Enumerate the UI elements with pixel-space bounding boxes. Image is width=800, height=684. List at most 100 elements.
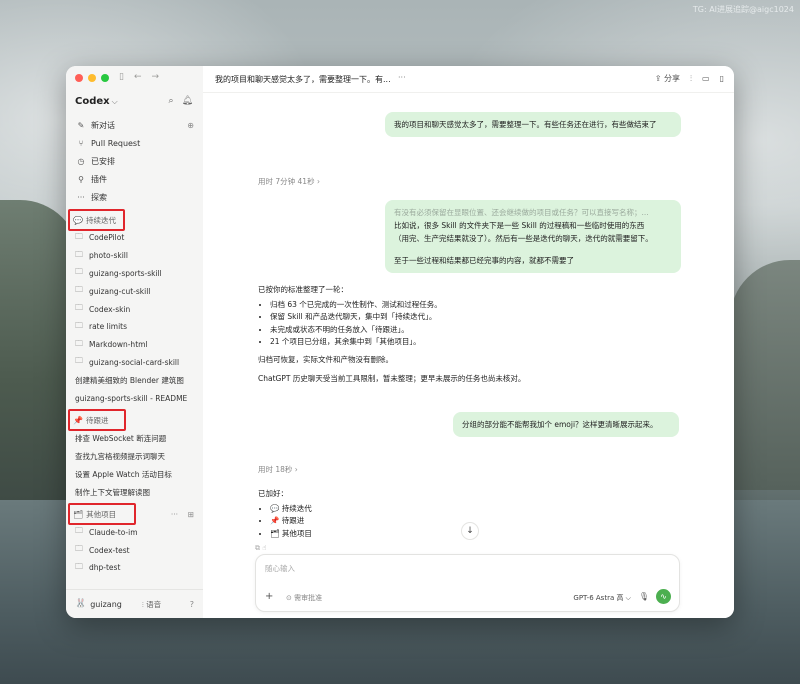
assistant-bullets: 💬 持续迭代 📌 待跟进 🗂 其他项目 bbox=[258, 503, 558, 541]
project-item[interactable]: 🗀 guizang-sports-skill bbox=[73, 265, 196, 283]
panel-toggle-icon[interactable]: ▯ bbox=[720, 74, 724, 83]
assistant-intro: 已按你的标准整理了一轮： bbox=[258, 285, 348, 294]
ellipsis-icon: ··· bbox=[77, 192, 85, 202]
close-window-button[interactable] bbox=[75, 74, 83, 82]
highlight-box bbox=[68, 503, 136, 526]
list-item: 🗂 其他项目 bbox=[270, 528, 558, 541]
folder-icon: 🗀 bbox=[75, 285, 83, 295]
thread-item[interactable]: 设置 Apple Watch 活动目标 bbox=[73, 465, 196, 483]
voice-button[interactable]: ⫶ 语音 bbox=[142, 599, 161, 610]
sidebar-item-explore[interactable]: ··· 探索 bbox=[73, 188, 196, 206]
project-item[interactable]: 🗀 CodePilot bbox=[73, 229, 196, 247]
clock-icon: ◷ bbox=[77, 156, 85, 166]
assistant-note: 归档可恢复，实际文件和产物没有删除。 bbox=[258, 354, 393, 364]
share-button[interactable]: ⇪ 分享 bbox=[655, 73, 680, 84]
copy-icon[interactable]: ⧉ bbox=[255, 544, 260, 552]
project-label: Codex-test bbox=[89, 545, 130, 555]
more-options-icon[interactable]: ··· bbox=[171, 510, 178, 519]
help-icon[interactable]: ? bbox=[190, 600, 194, 609]
thumbs-up-icon[interactable]: ☝︎ bbox=[262, 544, 266, 552]
project-item[interactable]: 🗀 rate limits bbox=[73, 318, 196, 336]
project-item[interactable]: 🗀 Claude-to-im bbox=[73, 523, 196, 541]
sidebar-item-label: 插件 bbox=[91, 174, 107, 184]
assistant-intro: 已加好： bbox=[258, 489, 288, 498]
list-item: 保留 Skill 和产品迭代聊天，集中到「持续迭代」。 bbox=[270, 311, 678, 324]
assistant-message: 已加好： 💬 持续迭代 📌 待跟进 🗂 其他项目 bbox=[258, 488, 558, 540]
avatar[interactable]: 🐰 bbox=[75, 599, 86, 609]
thread-item[interactable]: 查找九宫格视频提示词聊天 bbox=[73, 447, 196, 465]
scroll-to-bottom-button[interactable]: ↓ bbox=[461, 522, 479, 540]
project-item[interactable]: 🗀 guizang-social-card-skill bbox=[73, 354, 196, 372]
section-todo[interactable]: 📌 待跟进 bbox=[68, 409, 196, 432]
folder-icon: 🗀 bbox=[75, 561, 83, 571]
chevron-down-icon: ⌵ bbox=[111, 97, 118, 106]
send-button[interactable]: ∿ bbox=[656, 589, 671, 604]
watermark: TG: AI进展追踪@aigc1024 bbox=[692, 5, 794, 14]
app-switcher[interactable]: Codex ⌵ bbox=[75, 96, 118, 107]
thread-item[interactable]: 创建精美细致的 Blender 建筑图 bbox=[73, 371, 196, 389]
folder-icon: 🗀 bbox=[75, 303, 83, 313]
diff-icon[interactable]: ⫶ bbox=[690, 74, 692, 84]
model-selector[interactable]: GPT-6 Astra 高 ⌵ bbox=[573, 593, 631, 603]
project-item[interactable]: 🗀 Codex-skin bbox=[73, 300, 196, 318]
thread-item[interactable]: 排查 WebSocket 断连问题 bbox=[73, 429, 196, 447]
message-input[interactable]: 随心输入 bbox=[265, 563, 295, 574]
edit-icon: ✎ bbox=[77, 120, 85, 130]
main-panel: 我的项目和聊天感觉太多了，需要整理一下。有... ··· ⇪ 分享 ⫶ ▭ ▯ … bbox=[203, 66, 734, 618]
sidebar-toggle-icon[interactable]: ▯ bbox=[119, 72, 124, 82]
waveform-icon: ∿ bbox=[660, 592, 667, 601]
user-message: 我的项目和聊天感觉太多了，需要整理一下。有些任务还在进行，有些做结束了 bbox=[385, 112, 681, 137]
background-mountain-right bbox=[730, 260, 800, 490]
search-icon[interactable]: ⌕ bbox=[169, 96, 174, 106]
thread-item[interactable]: 制作上下文管理解读图 bbox=[73, 483, 196, 501]
elapsed-time-toggle[interactable]: 用时 7分钟 41秒 › bbox=[258, 176, 320, 187]
minimize-window-button[interactable] bbox=[88, 74, 96, 82]
project-item[interactable]: 🗀 photo-skill bbox=[73, 247, 196, 265]
project-item[interactable]: 🗀 guizang-cut-skill bbox=[73, 282, 196, 300]
thread-item[interactable]: guizang-sports-skill - README bbox=[73, 389, 196, 407]
assistant-note: ChatGPT 历史聊天受当前工具限制，暂未整理；更早未展示的任务也尚未核对。 bbox=[258, 374, 526, 383]
project-label: Markdown-html bbox=[89, 340, 148, 350]
more-options-icon[interactable]: ··· bbox=[398, 73, 406, 82]
app-window: ▯ ← → Codex ⌵ ⌕ 🔔︎ ✎ 新对话 ⊕ ⑂ Pull Request ◷ 已… bbox=[66, 66, 734, 618]
header-actions: ⇪ 分享 ⫶ ▭ ▯ bbox=[655, 73, 724, 84]
add-attachment-button[interactable]: + bbox=[265, 591, 273, 602]
voice-label: 语音 bbox=[146, 599, 162, 609]
sidebar-item-plugins[interactable]: ⚲ 插件 bbox=[73, 170, 196, 188]
project-item[interactable]: 🗀 dhp-test bbox=[73, 559, 196, 577]
sidebar-item-label: 探索 bbox=[91, 192, 107, 202]
section-ongoing[interactable]: 💬 持续迭代 bbox=[68, 209, 196, 231]
folder-icon: 🗀 bbox=[75, 231, 83, 241]
message-actions: ⧉ ☝︎ bbox=[255, 544, 267, 553]
user-message: 有没有必须保留在显眼位置、还会继续做的项目或任务？可以直接写名称；... 比如说… bbox=[385, 200, 681, 273]
elapsed-time-toggle[interactable]: 用时 18秒 › bbox=[258, 464, 298, 475]
sidebar-item-new-chat[interactable]: ✎ 新对话 ⊕ bbox=[73, 116, 196, 134]
forward-arrow-icon[interactable]: → bbox=[152, 72, 160, 82]
plugin-icon: ⚲ bbox=[78, 174, 84, 184]
microphone-icon[interactable]: 🎙 bbox=[639, 592, 649, 601]
message-line: （用完、生产完结果就没了）。然后有一些是迭代的聊天，迭代的就需要留下。 bbox=[394, 234, 653, 243]
project-label: dhp-test bbox=[89, 563, 121, 573]
bell-icon[interactable]: 🔔︎ bbox=[182, 96, 193, 106]
new-folder-icon[interactable]: ⊞ bbox=[188, 510, 194, 519]
sidebar: ▯ ← → Codex ⌵ ⌕ 🔔︎ ✎ 新对话 ⊕ ⑂ Pull Request ◷ 已… bbox=[66, 66, 204, 618]
project-item[interactable]: 🗀 Codex-test bbox=[73, 541, 196, 559]
app-name: Codex bbox=[75, 96, 110, 107]
chat-header: 我的项目和聊天感觉太多了，需要整理一下。有... ··· ⇪ 分享 ⫶ ▭ ▯ bbox=[203, 66, 734, 93]
new-chat-shortcut-icon[interactable]: ⊕ bbox=[187, 121, 194, 130]
project-label: guizang-cut-skill bbox=[89, 286, 151, 296]
sidebar-item-scheduled[interactable]: ◷ 已安排 bbox=[73, 152, 196, 170]
project-label: guizang-social-card-skill bbox=[89, 357, 180, 367]
list-item: 📌 待跟进 bbox=[270, 515, 558, 528]
terminal-icon[interactable]: ▭ bbox=[702, 74, 710, 83]
zoom-window-button[interactable] bbox=[101, 74, 109, 82]
section-other[interactable]: 🗂 其他项目 ··· ⊞ bbox=[68, 503, 196, 526]
project-item[interactable]: 🗀 Markdown-html bbox=[73, 336, 196, 354]
approval-mode-button[interactable]: ⊙ 需审批准 bbox=[286, 593, 322, 603]
back-arrow-icon[interactable]: ← bbox=[134, 72, 142, 82]
user-name[interactable]: guizang bbox=[90, 600, 122, 609]
pull-request-icon: ⑂ bbox=[78, 138, 84, 148]
sidebar-item-pull-request[interactable]: ⑂ Pull Request bbox=[73, 134, 196, 152]
assistant-bullets: 归档 63 个已完成的一次性制作、测试和过程任务。 保留 Skill 和产品迭代… bbox=[258, 299, 678, 349]
